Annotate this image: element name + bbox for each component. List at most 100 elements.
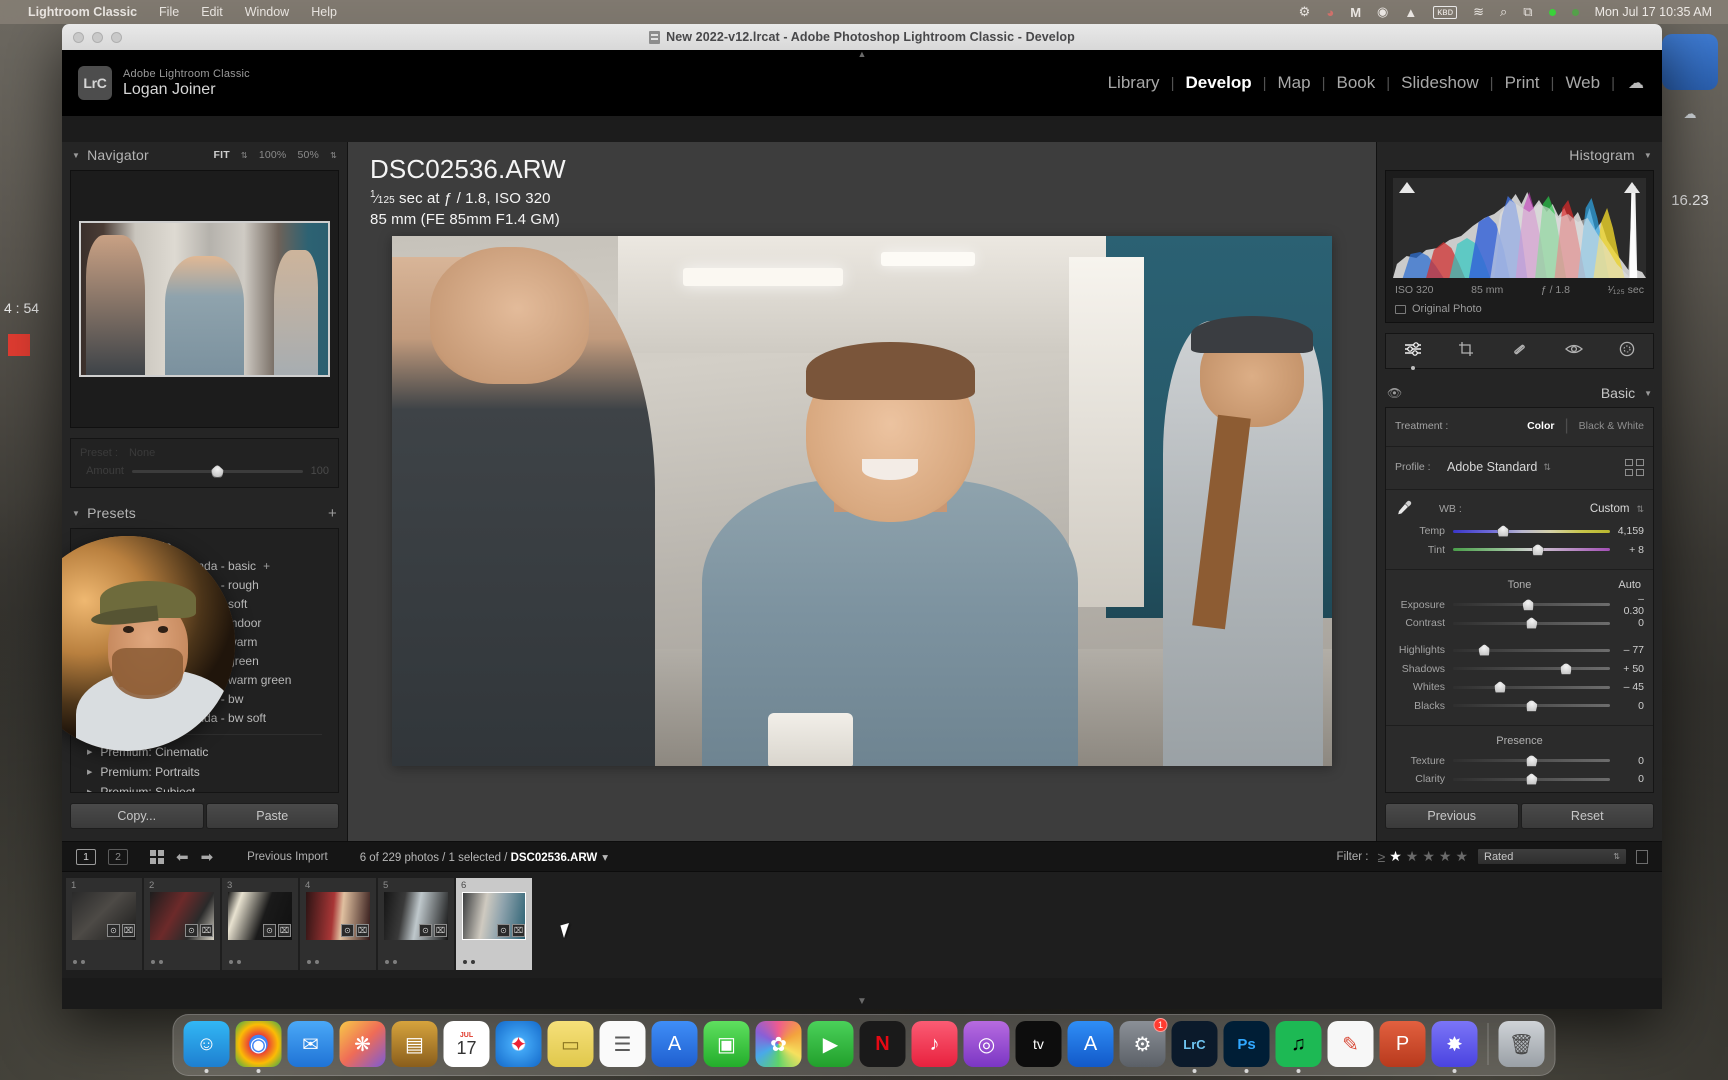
star-4[interactable]: ★ xyxy=(1439,848,1452,865)
presets-header[interactable]: ▼ Presets + xyxy=(62,500,347,526)
chrome-icon[interactable]: ◉ xyxy=(235,1021,282,1073)
basic-panel-header[interactable]: 👁 Basic ▼ xyxy=(1377,379,1662,407)
desktop-app-tile[interactable] xyxy=(1662,34,1718,90)
whites-slider-knob[interactable] xyxy=(1494,681,1507,693)
filter-operator[interactable]: ≥ xyxy=(1378,849,1386,865)
module-map[interactable]: Map xyxy=(1267,73,1322,93)
badge-develop-icon[interactable]: ⊙ xyxy=(419,924,432,937)
slider-row-tint[interactable]: Tint + 8 xyxy=(1386,541,1653,558)
histogram-canvas[interactable] xyxy=(1393,178,1646,278)
shadows-slider-knob[interactable] xyxy=(1560,662,1573,675)
badge-crop-icon[interactable]: ⌧ xyxy=(122,924,135,937)
navigator-preview-box[interactable] xyxy=(70,170,339,428)
highlight-clipping-indicator[interactable] xyxy=(1624,182,1640,193)
mail-icon[interactable]: ✉ xyxy=(287,1021,334,1067)
module-book[interactable]: Book xyxy=(1326,73,1387,93)
tint-slider-knob[interactable] xyxy=(1531,543,1544,556)
list-item[interactable]: 1 ⊙ ⌧ xyxy=(66,878,142,970)
screen-2-button[interactable]: 2 xyxy=(108,848,128,865)
eye-icon[interactable]: 👁 xyxy=(1387,386,1402,400)
treatment-option-color[interactable]: Color xyxy=(1527,420,1554,432)
menu-item-file[interactable]: File xyxy=(159,5,179,19)
thumbnail-badges[interactable]: ⊙ ⌧ xyxy=(419,924,447,937)
thumbnail-badges[interactable]: ⊙ ⌧ xyxy=(185,924,213,937)
stickies-icon[interactable]: ▭ xyxy=(547,1021,594,1067)
crop-icon[interactable] xyxy=(1458,341,1475,361)
module-web[interactable]: Web xyxy=(1554,73,1611,93)
slider-row-shadows[interactable]: Shadows + 50 xyxy=(1386,660,1653,677)
zoom-mode-dd2[interactable]: ⇅ xyxy=(330,151,337,160)
mac-menu-bar[interactable]: Lightroom Classic File Edit Window Help … xyxy=(0,0,1728,24)
auto-tone-button[interactable]: Auto xyxy=(1618,579,1641,591)
list-item[interactable]: 3 ⊙ ⌧ xyxy=(222,878,298,970)
slider-row-whites[interactable]: Whites – 45 xyxy=(1386,679,1653,696)
slider-row-texture[interactable]: Texture 0 xyxy=(1386,752,1653,769)
badge-develop-icon[interactable]: ⊙ xyxy=(341,924,354,937)
exposure-slider[interactable] xyxy=(1453,598,1610,611)
temp-slider-knob[interactable] xyxy=(1497,525,1510,537)
module-print[interactable]: Print xyxy=(1494,73,1551,93)
star-5[interactable]: ★ xyxy=(1455,848,1468,865)
edit-sliders-icon[interactable] xyxy=(1404,341,1422,361)
texture-slider-knob[interactable] xyxy=(1525,754,1538,767)
clarity-slider-knob[interactable] xyxy=(1525,773,1538,785)
badge-develop-icon[interactable]: ⊙ xyxy=(107,924,120,937)
photos-app-icon[interactable]: ❋ xyxy=(339,1021,386,1067)
control-center-icon[interactable]: ⧉ xyxy=(1523,4,1532,20)
filter-controls[interactable]: Filter : ≥ ★ ★ ★ ★ ★ Rated ⇅ xyxy=(1337,848,1648,865)
module-slideshow[interactable]: Slideshow xyxy=(1390,73,1490,93)
badge-crop-icon[interactable]: ⌧ xyxy=(200,924,213,937)
slider-row-highlights[interactable]: Highlights – 77 xyxy=(1386,642,1653,659)
red-eye-icon[interactable] xyxy=(1564,342,1583,360)
preset-group-subject[interactable]: ▶ Premium: Subject xyxy=(71,782,338,792)
thumbnail-badges[interactable]: ⊙ ⌧ xyxy=(497,924,525,937)
profile-value[interactable]: Adobe Standard xyxy=(1447,460,1537,474)
slider-row-temp[interactable]: Temp 4,159 xyxy=(1386,523,1653,540)
system-settings-icon[interactable]: ⚙ 1 xyxy=(1119,1018,1168,1067)
healing-brush-icon[interactable] xyxy=(1511,341,1528,361)
zoom-mode-dd[interactable]: ⇅ xyxy=(241,151,248,160)
preset-group-portraits[interactable]: ▶ Premium: Portraits xyxy=(71,762,338,782)
menu-bar-clock[interactable]: Mon Jul 17 10:35 AM xyxy=(1595,5,1712,19)
zoom-mode-50[interactable]: 50% xyxy=(297,149,319,161)
arrow-left-icon[interactable]: ⬅ xyxy=(176,848,189,866)
search-icon[interactable]: ⌕ xyxy=(1500,4,1507,20)
color-icon[interactable]: ◕ xyxy=(1326,5,1334,20)
reminders-icon[interactable]: ☰ xyxy=(599,1021,646,1067)
whites-slider[interactable] xyxy=(1453,681,1610,693)
original-photo-toggle[interactable]: Original Photo xyxy=(1393,303,1646,315)
thumbnail-badges[interactable]: ⊙ ⌧ xyxy=(341,924,369,937)
chevron-right-icon[interactable]: ▶ xyxy=(87,788,92,792)
chevron-updown-icon[interactable]: ⇅ xyxy=(1636,504,1644,515)
module-develop[interactable]: Develop xyxy=(1174,73,1262,93)
image-stage[interactable] xyxy=(348,236,1376,841)
badge-develop-icon[interactable]: ⊙ xyxy=(497,924,510,937)
photo-count-status[interactable]: 6 of 229 photos / 1 selected / DSC02536.… xyxy=(360,850,608,864)
paste-button[interactable]: Paste xyxy=(205,803,339,829)
list-item-selected[interactable]: 6 ⊙ ⌧ xyxy=(456,878,532,970)
netflix-icon[interactable]: N xyxy=(859,1021,906,1067)
list-item[interactable]: 5 ⊙ ⌧ xyxy=(378,878,454,970)
gear-icon[interactable]: ⚙ xyxy=(1299,4,1311,20)
notes-app-icon[interactable]: ▤ xyxy=(391,1021,438,1067)
music-icon[interactable]: ♪ xyxy=(911,1021,958,1067)
filmstrip-toggle-icon[interactable] xyxy=(1636,849,1648,864)
chevron-down-icon[interactable]: ▼ xyxy=(1644,151,1652,160)
chevron-right-icon[interactable]: ▶ xyxy=(87,768,92,776)
appstore-icon[interactable]: A xyxy=(1067,1021,1114,1067)
top-panel-toggle[interactable]: ▲ xyxy=(844,50,880,59)
identity-plate[interactable]: LrC Adobe Lightroom Classic Logan Joiner xyxy=(62,66,250,100)
notability-icon[interactable]: ✎ xyxy=(1327,1021,1374,1067)
blacks-slider-knob[interactable] xyxy=(1525,699,1538,712)
calendar-icon[interactable]: JUL 17 xyxy=(443,1021,490,1067)
menu-item-window[interactable]: Window xyxy=(245,5,289,19)
highlights-slider[interactable] xyxy=(1453,644,1610,656)
menu-item-help[interactable]: Help xyxy=(311,5,337,19)
finder-icon[interactable]: ☺ xyxy=(183,1021,230,1073)
amount-row[interactable]: Amount 100 xyxy=(80,464,329,478)
histogram-header[interactable]: Histogram ▼ xyxy=(1377,142,1662,168)
navigator-thumbnail[interactable] xyxy=(79,221,330,377)
mac-dock[interactable]: ☺ ◉ ✉ ❋ ▤ JUL 17 ✦ ▭ ☰ A ▣ ✿ ▶ N ♪ ◎ tv A… xyxy=(172,1014,1556,1076)
badge-crop-icon[interactable]: ⌧ xyxy=(356,924,369,937)
appletv-icon[interactable]: tv xyxy=(1015,1021,1062,1067)
